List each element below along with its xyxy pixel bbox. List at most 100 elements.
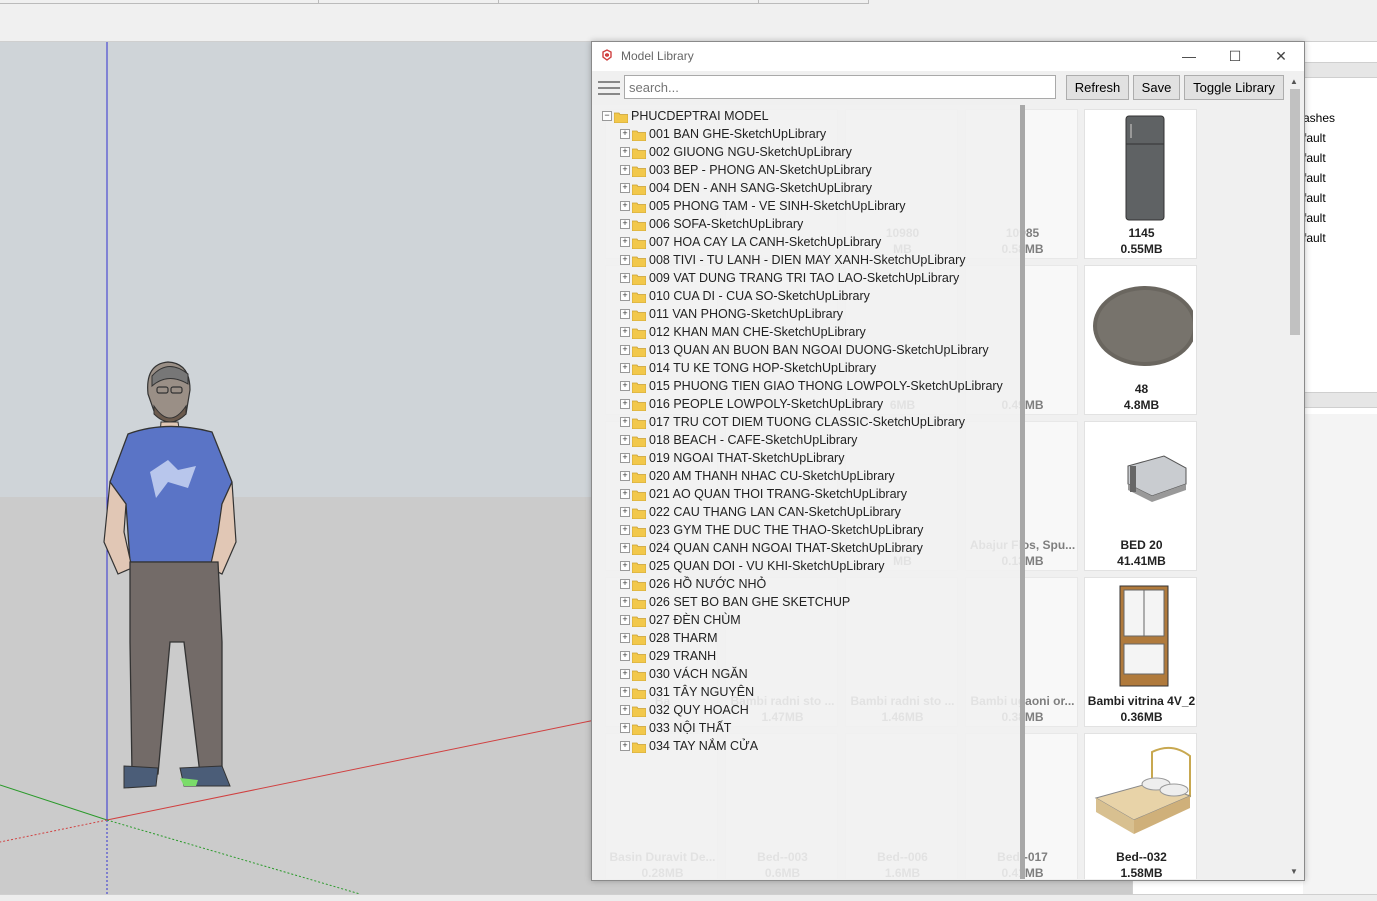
- expand-icon[interactable]: +: [620, 705, 630, 715]
- save-button[interactable]: Save: [1133, 75, 1180, 100]
- expand-icon[interactable]: +: [620, 363, 630, 373]
- scrollbar-thumb[interactable]: [1290, 89, 1300, 335]
- expand-icon[interactable]: +: [620, 237, 630, 247]
- expand-icon[interactable]: +: [620, 669, 630, 679]
- tree-folder-item[interactable]: +026 SET BO BAN GHE SKETCHUP: [592, 593, 1022, 611]
- tree-folder-item[interactable]: +021 AO QUAN THOI TRANG-SketchUpLibrary: [592, 485, 1022, 503]
- tree-folder-item[interactable]: +007 HOA CAY LA CANH-SketchUpLibrary: [592, 233, 1022, 251]
- refresh-button[interactable]: Refresh: [1066, 75, 1129, 100]
- tree-folder-item[interactable]: +003 BEP - PHONG AN-SketchUpLibrary: [592, 161, 1022, 179]
- tray-item[interactable]: fault: [1303, 148, 1377, 168]
- tree-folder-item[interactable]: +019 NGOAI THAT-SketchUpLibrary: [592, 449, 1022, 467]
- expand-icon[interactable]: +: [620, 345, 630, 355]
- tree-folder-item[interactable]: +006 SOFA-SketchUpLibrary: [592, 215, 1022, 233]
- tree-folder-item[interactable]: +002 GIUONG NGU-SketchUpLibrary: [592, 143, 1022, 161]
- expand-icon[interactable]: +: [620, 633, 630, 643]
- tree-folder-item[interactable]: +014 TU KE TONG HOP-SketchUpLibrary: [592, 359, 1022, 377]
- expand-icon[interactable]: +: [620, 687, 630, 697]
- folder-label: 006 SOFA-SketchUpLibrary: [649, 217, 804, 231]
- tree-folder-item[interactable]: +011 VAN PHONG-SketchUpLibrary: [592, 305, 1022, 323]
- tree-folder-item[interactable]: +016 PEOPLE LOWPOLY-SketchUpLibrary: [592, 395, 1022, 413]
- expand-icon[interactable]: +: [620, 741, 630, 751]
- expand-icon[interactable]: +: [620, 723, 630, 733]
- expand-icon[interactable]: +: [620, 615, 630, 625]
- expand-icon[interactable]: +: [620, 597, 630, 607]
- expand-icon[interactable]: +: [620, 381, 630, 391]
- tree-folder-item[interactable]: +017 TRU COT DIEM TUONG CLASSIC-SketchUp…: [592, 413, 1022, 431]
- tray-item[interactable]: fault: [1303, 128, 1377, 148]
- expand-icon[interactable]: +: [620, 417, 630, 427]
- expand-icon[interactable]: +: [620, 579, 630, 589]
- tree-folder-item[interactable]: +004 DEN - ANH SANG-SketchUpLibrary: [592, 179, 1022, 197]
- tree-folder-item[interactable]: +025 QUAN DOI - VU KHI-SketchUpLibrary: [592, 557, 1022, 575]
- menu-icon[interactable]: [598, 77, 620, 99]
- model-card[interactable]: Bambi vitrina 4V_2 0.36MB: [1084, 577, 1197, 727]
- expand-icon[interactable]: +: [620, 309, 630, 319]
- tree-folder-item[interactable]: +013 QUAN AN BUON BAN NGOAI DUONG-Sketch…: [592, 341, 1022, 359]
- vertical-scrollbar[interactable]: ▲ ▼: [1287, 75, 1304, 879]
- tree-folder-item[interactable]: +024 QUAN CANH NGOAI THAT-SketchUpLibrar…: [592, 539, 1022, 557]
- scroll-up-arrow-icon[interactable]: ▲: [1290, 77, 1298, 86]
- expand-icon[interactable]: +: [620, 183, 630, 193]
- tray-item[interactable]: fault: [1303, 168, 1377, 188]
- expand-icon[interactable]: +: [620, 255, 630, 265]
- tray-item[interactable]: fault: [1303, 208, 1377, 228]
- scroll-down-arrow-icon[interactable]: ▼: [1290, 867, 1298, 876]
- tree-folder-item[interactable]: +008 TIVI - TU LANH - DIEN MAY XANH-Sket…: [592, 251, 1022, 269]
- expand-icon[interactable]: +: [620, 507, 630, 517]
- expand-icon[interactable]: +: [620, 471, 630, 481]
- tree-folder-item[interactable]: +009 VAT DUNG TRANG TRI TAO LAO-SketchUp…: [592, 269, 1022, 287]
- close-button[interactable]: ✕: [1258, 42, 1304, 71]
- tree-folder-item[interactable]: +033 NỘI THẤT: [592, 719, 1022, 737]
- tree-folder-item[interactable]: +027 ĐÈN CHÙM: [592, 611, 1022, 629]
- expand-icon[interactable]: +: [620, 651, 630, 661]
- tree-folder-item[interactable]: +012 KHAN MAN CHE-SketchUpLibrary: [592, 323, 1022, 341]
- expand-icon[interactable]: +: [620, 291, 630, 301]
- model-card[interactable]: Bed--032 1.58MB: [1084, 733, 1197, 879]
- expand-icon[interactable]: +: [620, 129, 630, 139]
- expand-icon[interactable]: +: [620, 273, 630, 283]
- tree-folder-item[interactable]: +010 CUA DI - CUA SO-SketchUpLibrary: [592, 287, 1022, 305]
- expand-icon[interactable]: +: [620, 435, 630, 445]
- tree-folder-item[interactable]: +022 CAU THANG LAN CAN-SketchUpLibrary: [592, 503, 1022, 521]
- tree-folder-item[interactable]: +001 BAN GHE-SketchUpLibrary: [592, 125, 1022, 143]
- tree-folder-item[interactable]: +023 GYM THE DUC THE THAO-SketchUpLibrar…: [592, 521, 1022, 539]
- model-card[interactable]: 1145 0.55MB: [1084, 109, 1197, 259]
- tray-item[interactable]: fault: [1303, 228, 1377, 248]
- folder-label: 030 VÁCH NGĂN: [649, 667, 748, 681]
- expand-icon[interactable]: +: [620, 453, 630, 463]
- expand-icon[interactable]: +: [620, 561, 630, 571]
- folder-label: 032 QUY HOACH: [649, 703, 749, 717]
- tree-root-folder[interactable]: − PHUCDEPTRAI MODEL: [592, 107, 1022, 125]
- tray-item[interactable]: fault: [1303, 188, 1377, 208]
- tree-folder-item[interactable]: +028 THARM: [592, 629, 1022, 647]
- tree-folder-item[interactable]: +032 QUY HOACH: [592, 701, 1022, 719]
- collapse-icon[interactable]: −: [602, 111, 612, 121]
- tree-folder-item[interactable]: +005 PHONG TAM - VE SINH-SketchUpLibrary: [592, 197, 1022, 215]
- round-rug-thumbnail: [1090, 270, 1197, 378]
- tree-folder-item[interactable]: +029 TRANH: [592, 647, 1022, 665]
- expand-icon[interactable]: +: [620, 201, 630, 211]
- expand-icon[interactable]: +: [620, 165, 630, 175]
- tree-folder-item[interactable]: +018 BEACH - CAFE-SketchUpLibrary: [592, 431, 1022, 449]
- expand-icon[interactable]: +: [620, 399, 630, 409]
- model-card[interactable]: 48 4.8MB: [1084, 265, 1197, 415]
- expand-icon[interactable]: +: [620, 147, 630, 157]
- expand-icon[interactable]: +: [620, 327, 630, 337]
- minimize-button[interactable]: —: [1166, 42, 1212, 71]
- search-input[interactable]: [624, 75, 1056, 99]
- expand-icon[interactable]: +: [620, 489, 630, 499]
- tree-folder-item[interactable]: +034 TAY NẮM CỬA: [592, 737, 1022, 755]
- tree-folder-item[interactable]: +020 AM THANH NHAC CU-SketchUpLibrary: [592, 467, 1022, 485]
- dialog-titlebar[interactable]: Model Library — ☐ ✕: [592, 42, 1304, 71]
- toggle-library-button[interactable]: Toggle Library: [1184, 75, 1284, 100]
- tree-folder-item[interactable]: +031 TÂY NGUYÊN: [592, 683, 1022, 701]
- expand-icon[interactable]: +: [620, 543, 630, 553]
- expand-icon[interactable]: +: [620, 219, 630, 229]
- tree-folder-item[interactable]: +015 PHUONG TIEN GIAO THONG LOWPOLY-Sket…: [592, 377, 1022, 395]
- expand-icon[interactable]: +: [620, 525, 630, 535]
- maximize-button[interactable]: ☐: [1212, 42, 1258, 71]
- model-card[interactable]: BED 20 41.41MB: [1084, 421, 1197, 571]
- tree-folder-item[interactable]: +030 VÁCH NGĂN: [592, 665, 1022, 683]
- tree-folder-item[interactable]: +026 HỒ NƯỚC NHỎ: [592, 575, 1022, 593]
